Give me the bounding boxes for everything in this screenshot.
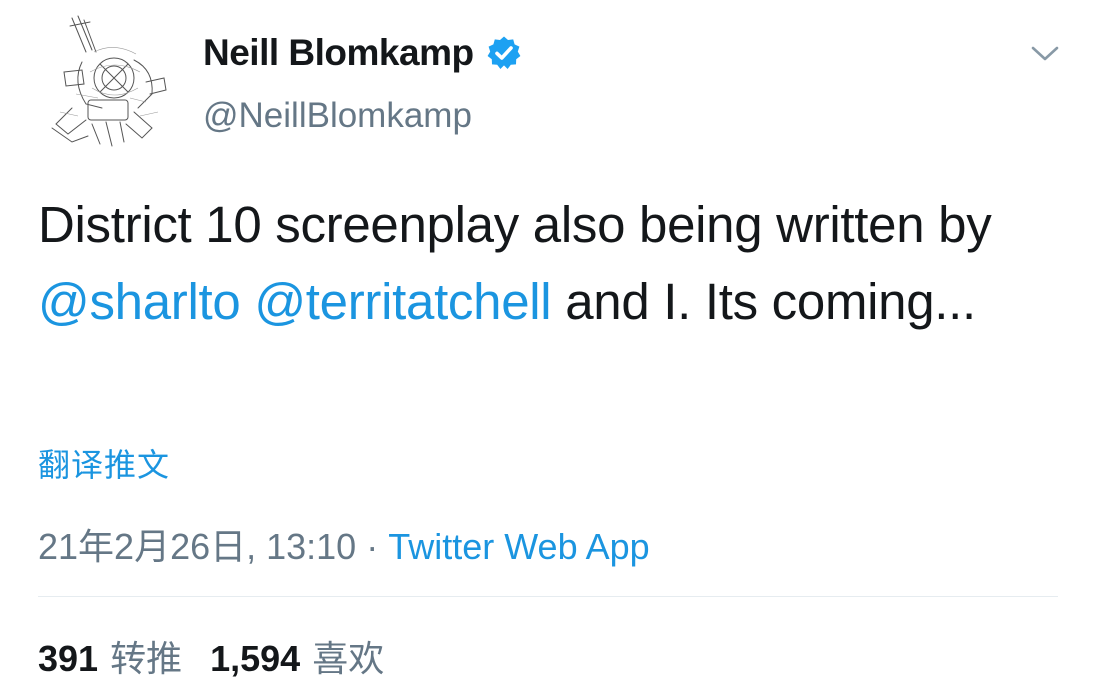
tweet-text-part: and I. Its coming... — [551, 273, 976, 330]
author-handle[interactable]: @NeillBlomkamp — [203, 96, 472, 136]
timestamp[interactable]: 21年2月26日, 13:10 — [38, 518, 356, 570]
avatar[interactable] — [42, 12, 172, 152]
meta-separator: · — [366, 526, 379, 567]
display-name[interactable]: Neill Blomkamp — [203, 32, 474, 74]
likes-stat[interactable]: 1,594 喜欢 — [210, 630, 384, 682]
tweet-meta: 21年2月26日, 13:10 · Twitter Web App — [38, 518, 650, 570]
tweet-text: District 10 screenplay also being writte… — [38, 186, 1068, 340]
tweet-detail: Neill Blomkamp @NeillBlomkamp District 1… — [0, 0, 1104, 694]
author-name-row[interactable]: Neill Blomkamp — [203, 32, 522, 74]
source-link[interactable]: Twitter Web App — [388, 526, 649, 568]
verified-badge-icon — [486, 35, 522, 71]
mention-link[interactable]: @territatchell — [254, 273, 551, 330]
chevron-down-icon[interactable] — [1029, 40, 1061, 66]
tweet-stats: 391 转推 1,594 喜欢 — [38, 630, 384, 682]
retweets-label: 转推 — [110, 638, 183, 679]
avatar-sketch-image — [51, 15, 167, 147]
tweet-text-part — [240, 273, 254, 330]
mention-link[interactable]: @sharlto — [38, 273, 241, 330]
likes-label: 喜欢 — [312, 638, 385, 679]
retweets-count: 391 — [38, 638, 99, 679]
translate-tweet-link[interactable]: 翻译推文 — [38, 440, 170, 486]
likes-count: 1,594 — [210, 638, 301, 679]
tweet-text-part: District 10 screenplay also being writte… — [38, 196, 992, 253]
divider — [38, 596, 1058, 597]
retweets-stat[interactable]: 391 转推 — [38, 630, 182, 682]
